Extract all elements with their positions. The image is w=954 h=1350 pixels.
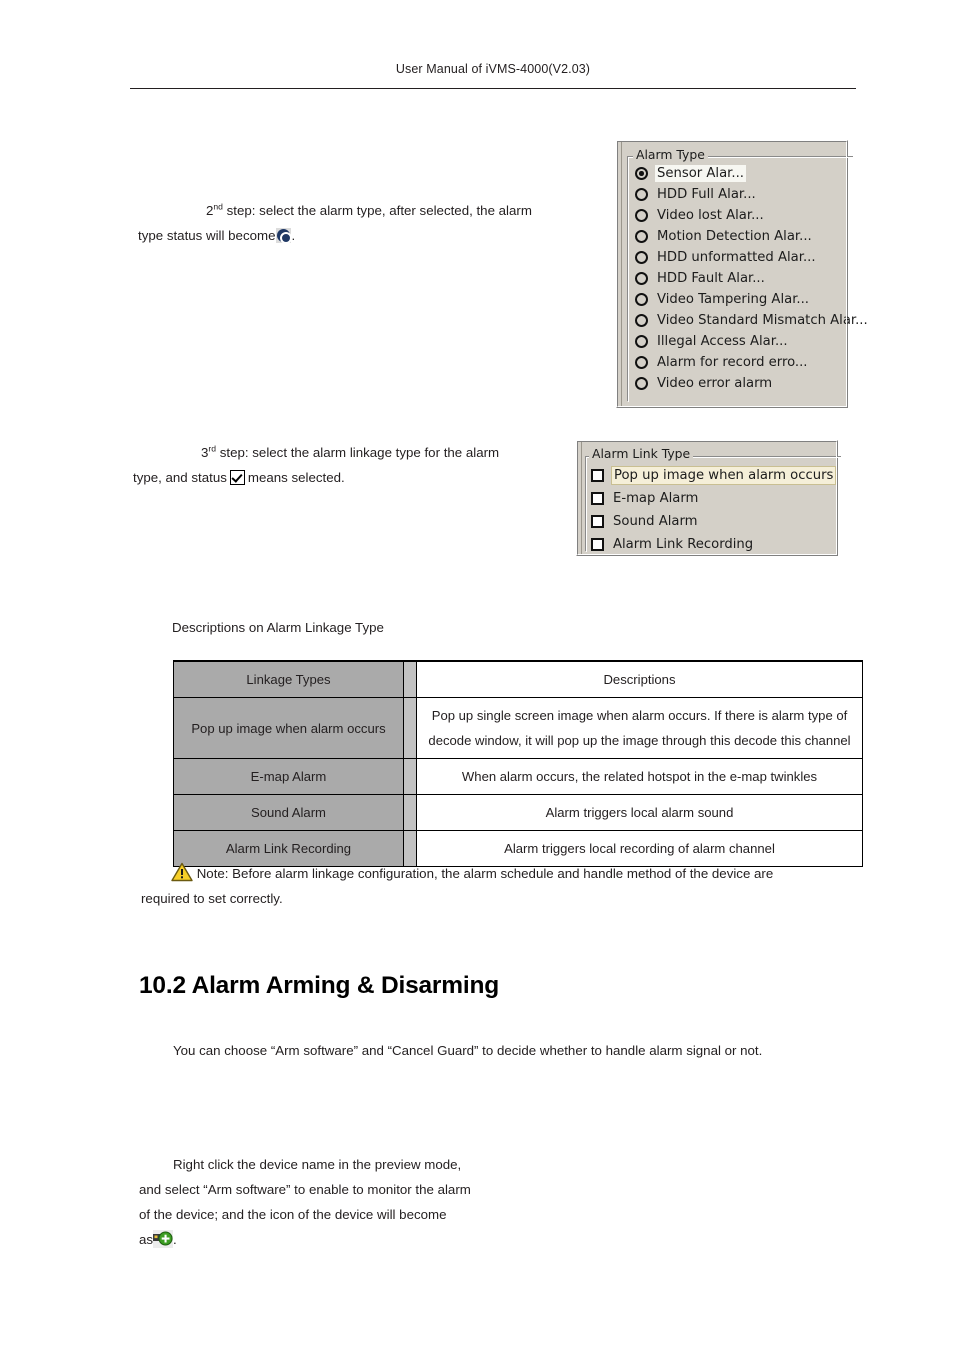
option-label: Video Tampering Alar... xyxy=(657,292,809,307)
alarm-link-option-emap-alarm[interactable]: E-map Alarm xyxy=(591,488,700,509)
alarm-link-group-label: Alarm Link Type xyxy=(589,446,694,461)
option-label: Video error alarm xyxy=(657,376,773,391)
option-label: HDD unformatted Alar... xyxy=(657,250,816,265)
step-3-paragraph: 3rd step: select the alarm linkage type … xyxy=(133,440,557,490)
body-line-4-period: . xyxy=(173,1232,177,1247)
table-cell-description: Pop up single screen image when alarm oc… xyxy=(416,697,863,759)
step-2-text-line2: type status will become xyxy=(138,228,276,243)
alarm-type-panel: Alarm Type Sensor Alar... HDD Full Alar.… xyxy=(616,140,868,408)
header-divider xyxy=(130,88,856,90)
step-3-text-tail: means selected. xyxy=(247,470,345,485)
alarm-link-option-sound-alarm[interactable]: Sound Alarm xyxy=(591,511,700,532)
table-row: Sound Alarm Alarm triggers local alarm s… xyxy=(173,794,863,831)
radio-selected-icon xyxy=(276,228,292,244)
step-3-ordinal-suffix: rd xyxy=(208,443,217,454)
table-row: E-map Alarm When alarm occurs, the relat… xyxy=(173,758,863,795)
table-row: Pop up image when alarm occurs Pop up si… xyxy=(173,697,863,759)
option-label: Video Standard Mismatch Alar... xyxy=(657,313,868,328)
option-label: Pop up image when alarm occurs xyxy=(611,466,837,485)
table-cell-type: Sound Alarm xyxy=(173,794,404,831)
option-label: Sensor Alar... xyxy=(655,165,746,182)
section-heading-10-2: 10.2 Alarm Arming & Disarming xyxy=(139,972,499,999)
option-label: Alarm Link Recording xyxy=(613,537,754,552)
checkbox-checked-icon xyxy=(229,470,245,485)
table-cell-description: When alarm occurs, the related hotspot i… xyxy=(416,758,863,795)
alarm-type-option-video-lost[interactable]: Video lost Alar... xyxy=(635,205,766,226)
body-line-3: of the device; and the icon of the devic… xyxy=(139,1207,447,1222)
panel-left-rail xyxy=(617,141,622,407)
option-label: HDD Full Alar... xyxy=(657,187,756,202)
note-text-line1: Note: Before alarm linkage configuration… xyxy=(196,866,774,881)
alarm-type-option-hdd-fault[interactable]: HDD Fault Alar... xyxy=(635,268,767,289)
radio-icon[interactable] xyxy=(635,356,648,369)
body-line-1: Right click the device name in the previ… xyxy=(173,1157,462,1172)
radio-icon[interactable] xyxy=(635,251,648,264)
table-column-gap xyxy=(403,661,417,698)
body-line-4-prefix: as xyxy=(139,1232,154,1247)
table-header-linkage-types: Linkage Types xyxy=(173,661,404,698)
radio-icon[interactable] xyxy=(635,209,648,222)
panel-left-rail xyxy=(577,441,582,555)
option-label: Sound Alarm xyxy=(613,514,698,529)
checkbox-icon[interactable] xyxy=(591,515,604,528)
note-block: Note: Before alarm linkage configuration… xyxy=(141,861,861,911)
step-3-text-line2: type, and status xyxy=(133,470,227,485)
alarm-type-option-record-error[interactable]: Alarm for record erro... xyxy=(635,352,809,373)
radio-icon[interactable] xyxy=(635,314,648,327)
step-2-text: step: select the alarm type, after selec… xyxy=(222,203,532,218)
page-header-title: User Manual of iVMS-4000(V2.03) xyxy=(395,62,591,76)
table-column-gap xyxy=(403,758,417,795)
table-top-rule xyxy=(173,660,863,663)
option-label: Alarm for record erro... xyxy=(657,355,808,370)
alarm-type-option-video-tampering[interactable]: Video Tampering Alar... xyxy=(635,289,811,310)
radio-icon[interactable] xyxy=(635,335,648,348)
step-3-text: step: select the alarm linkage type for … xyxy=(216,445,500,460)
section-intro-paragraph: You can choose “Arm software” and “Cance… xyxy=(173,1043,763,1058)
warning-triangle-icon xyxy=(171,862,193,882)
alarm-type-option-illegal-access[interactable]: Illegal Access Alar... xyxy=(635,331,790,352)
radio-icon[interactable] xyxy=(635,272,648,285)
alarm-linkage-description-table: Linkage Types Descriptions Pop up image … xyxy=(173,660,863,867)
radio-icon[interactable] xyxy=(635,167,648,180)
option-label: HDD Fault Alar... xyxy=(657,271,765,286)
checkbox-icon[interactable] xyxy=(591,469,604,482)
checkbox-icon[interactable] xyxy=(591,538,604,551)
table-cell-type: E-map Alarm xyxy=(173,758,404,795)
alarm-link-type-panel: Alarm Link Type Pop up image when alarm … xyxy=(576,440,842,556)
alarm-type-option-motion-detection[interactable]: Motion Detection Alar... xyxy=(635,226,814,247)
body-line-2: and select “Arm software” to enable to m… xyxy=(139,1182,471,1197)
step-2-ordinal-suffix: nd xyxy=(213,201,223,212)
alarm-type-option-sensor[interactable]: Sensor Alar... xyxy=(635,163,746,184)
table-header-row: Linkage Types Descriptions xyxy=(173,661,863,698)
option-label: E-map Alarm xyxy=(613,491,699,506)
step-2-period: . xyxy=(291,228,296,243)
alarm-link-option-alarm-link-recording[interactable]: Alarm Link Recording xyxy=(591,534,755,555)
arm-software-device-icon xyxy=(153,1230,174,1248)
table-column-gap xyxy=(403,794,417,831)
note-text-line2: required to set correctly. xyxy=(141,891,283,906)
radio-icon[interactable] xyxy=(635,188,648,201)
option-label: Illegal Access Alar... xyxy=(657,334,788,349)
section-body-paragraph: Right click the device name in the previ… xyxy=(139,1152,539,1252)
radio-icon[interactable] xyxy=(635,230,648,243)
alarm-type-group-label: Alarm Type xyxy=(633,147,708,162)
radio-icon[interactable] xyxy=(635,293,648,306)
option-label: Motion Detection Alar... xyxy=(657,229,812,244)
checkbox-icon[interactable] xyxy=(591,492,604,505)
table-cell-type: Pop up image when alarm occurs xyxy=(173,697,404,759)
table-cell-description: Alarm triggers local alarm sound xyxy=(416,794,863,831)
table-caption: Descriptions on Alarm Linkage Type xyxy=(172,620,384,635)
alarm-type-option-video-error[interactable]: Video error alarm xyxy=(635,373,774,394)
alarm-type-option-hdd-full[interactable]: HDD Full Alar... xyxy=(635,184,758,205)
option-label: Video lost Alar... xyxy=(657,208,764,223)
alarm-link-option-popup-image[interactable]: Pop up image when alarm occurs xyxy=(591,465,837,486)
table-header-descriptions: Descriptions xyxy=(416,661,863,698)
table-column-gap xyxy=(403,697,417,759)
alarm-type-option-video-standard-mismatch[interactable]: Video Standard Mismatch Alar... xyxy=(635,310,870,331)
step-2-paragraph: 2nd step: select the alarm type, after s… xyxy=(138,198,562,248)
alarm-type-option-hdd-unformatted[interactable]: HDD unformatted Alar... xyxy=(635,247,818,268)
radio-icon[interactable] xyxy=(635,377,648,390)
